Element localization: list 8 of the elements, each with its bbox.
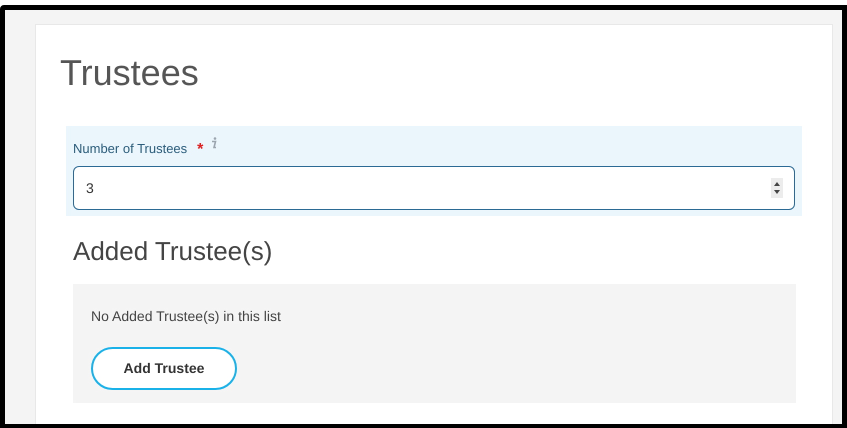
stepper-icon[interactable] (771, 178, 783, 198)
page-title: Trustees (60, 55, 199, 91)
empty-message: No Added Trustee(s) in this list (91, 307, 281, 326)
number-input[interactable]: 3 (73, 166, 795, 210)
required-asterisk: * (197, 142, 204, 158)
section-title: Added Trustee(s) (73, 238, 272, 264)
field-label: Number of Trustees (73, 142, 188, 155)
add-trustee-button[interactable]: Add Trustee (91, 347, 237, 390)
